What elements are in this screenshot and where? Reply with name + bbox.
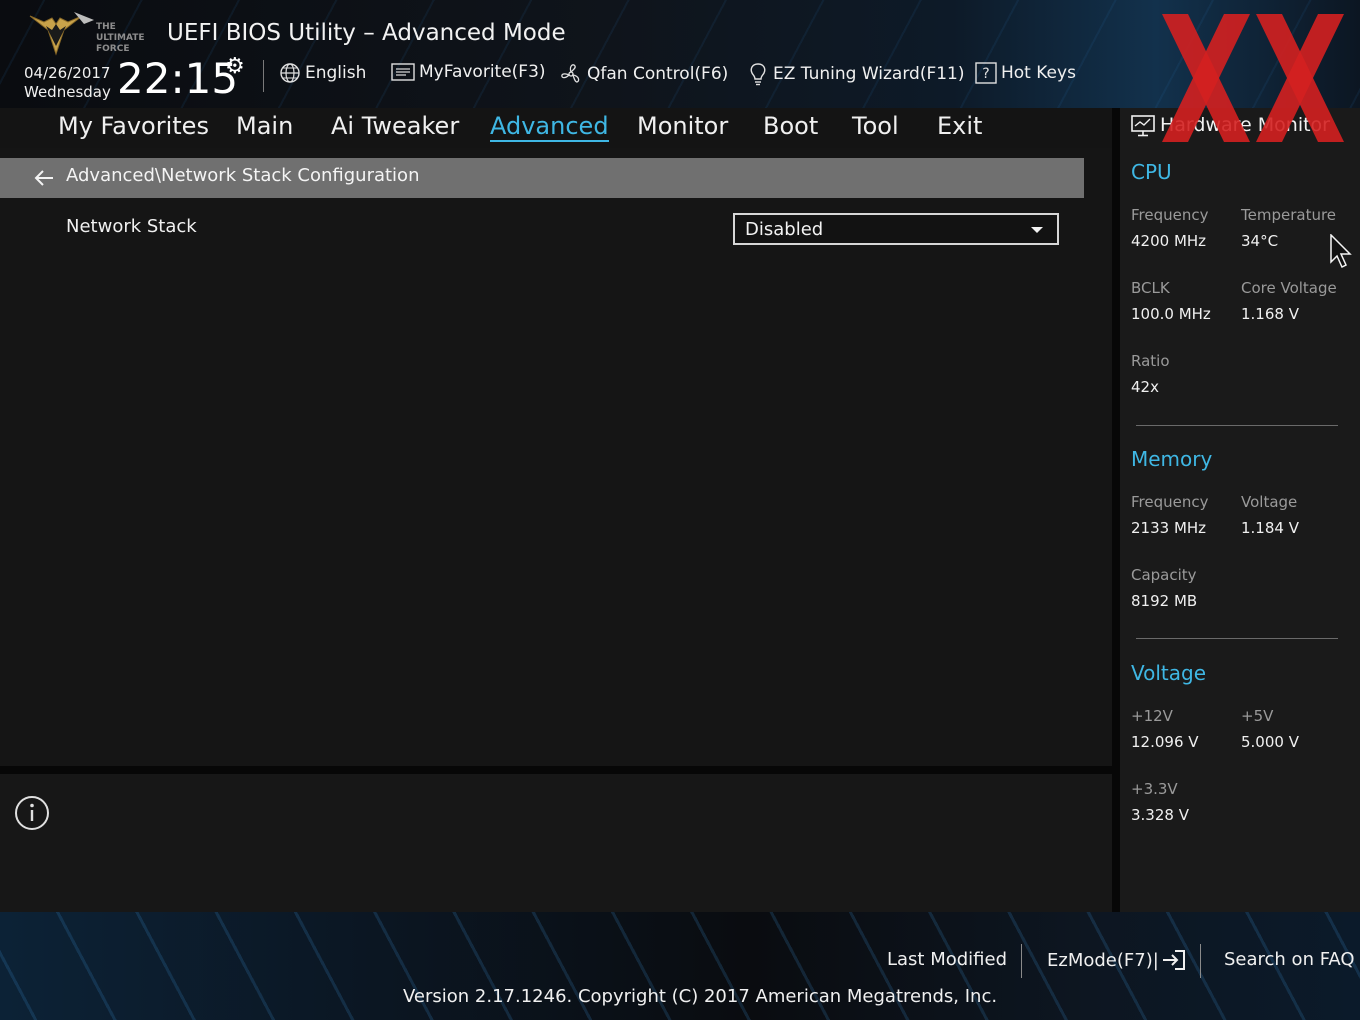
cpu-temperature-label: Temperature <box>1241 206 1337 224</box>
date-text: 04/26/2017 <box>24 64 111 82</box>
globe-icon <box>280 63 300 83</box>
ez-tuning-label: EZ Tuning Wizard(F11) <box>773 64 965 84</box>
favorite-list-icon <box>391 63 415 81</box>
version-text: Version 2.17.1246. Copyright (C) 2017 Am… <box>403 986 998 1007</box>
v5-value: 5.000 V <box>1241 733 1299 751</box>
memory-divider <box>1136 638 1338 639</box>
myfavorite-button[interactable]: MyFavorite(F3) <box>391 62 546 82</box>
sidebar-gap <box>1112 108 1120 912</box>
svg-text:ULTIMATE: ULTIMATE <box>96 33 145 43</box>
cpu-frequency-label: Frequency <box>1131 206 1209 224</box>
capacity-label: Capacity <box>1131 566 1197 584</box>
info-icon <box>14 795 50 835</box>
search-faq-button[interactable]: Search on FAQ <box>1224 949 1355 970</box>
help-key-icon: ? <box>975 62 997 84</box>
qfan-control-button[interactable]: Qfan Control(F6) <box>559 62 728 86</box>
v5-label: +5V <box>1241 707 1274 725</box>
memory-heading: Memory <box>1131 447 1213 471</box>
cpu-frequency-value: 4200 MHz <box>1131 232 1207 250</box>
network-stack-value: Disabled <box>745 219 824 240</box>
weekday-text: Wednesday <box>24 83 111 101</box>
date-display: 04/26/2017 Wednesday <box>24 64 111 102</box>
monitor-icon <box>1131 114 1157 142</box>
clock-display[interactable]: 22:15 <box>117 54 238 103</box>
hot-keys-label: Hot Keys <box>1001 63 1076 83</box>
core-voltage-label: Core Voltage <box>1241 279 1337 297</box>
cpu-divider <box>1136 425 1338 426</box>
memory-voltage-value: 1.184 V <box>1241 519 1299 537</box>
ezmode-button[interactable]: EzMode(F7)| <box>1047 949 1187 971</box>
qfan-label: Qfan Control(F6) <box>587 64 729 84</box>
language-button[interactable]: English <box>279 62 366 84</box>
gear-icon[interactable]: ⚙ <box>225 54 245 79</box>
memory-voltage-label: Voltage <box>1241 493 1298 511</box>
memory-frequency-value: 2133 MHz <box>1131 519 1207 537</box>
language-label: English <box>305 63 367 83</box>
v12-label: +12V <box>1131 707 1173 725</box>
ratio-label: Ratio <box>1131 352 1170 370</box>
ratio-value: 42x <box>1131 378 1159 396</box>
svg-text:?: ? <box>982 66 989 82</box>
voltage-heading: Voltage <box>1131 661 1207 685</box>
bclk-label: BCLK <box>1131 279 1170 297</box>
last-modified-button[interactable]: Last Modified <box>887 949 1007 970</box>
fan-icon <box>561 64 580 83</box>
v33-value: 3.328 V <box>1131 806 1189 824</box>
page-title: UEFI BIOS Utility – Advanced Mode <box>167 20 566 46</box>
memory-frequency-label: Frequency <box>1131 493 1209 511</box>
svg-text:FORCE: FORCE <box>96 44 129 54</box>
panel-divider <box>0 766 1112 774</box>
tab-ai-tweaker[interactable]: Ai Tweaker <box>331 112 459 140</box>
tab-monitor[interactable]: Monitor <box>637 112 728 140</box>
svg-text:THE: THE <box>96 22 116 32</box>
network-stack-label: Network Stack <box>66 216 197 237</box>
network-stack-select[interactable]: Disabled <box>733 213 1059 245</box>
myfavorite-label: MyFavorite(F3) <box>419 62 546 82</box>
v12-value: 12.096 V <box>1131 733 1199 751</box>
lightbulb-icon <box>750 63 766 86</box>
tab-tool[interactable]: Tool <box>852 112 899 140</box>
cpu-temperature-value: 34°C <box>1241 232 1279 250</box>
tab-boot[interactable]: Boot <box>763 112 818 140</box>
core-voltage-value: 1.168 V <box>1241 305 1299 323</box>
v33-label: +3.3V <box>1131 780 1178 798</box>
cpu-heading: CPU <box>1131 160 1172 184</box>
tuf-logo: THE ULTIMATE FORCE <box>26 10 150 56</box>
tab-main[interactable]: Main <box>236 112 293 140</box>
xx-watermark <box>1162 14 1344 142</box>
mouse-cursor-icon <box>1330 233 1354 274</box>
tab-advanced[interactable]: Advanced <box>490 112 609 142</box>
hot-keys-button[interactable]: ? Hot Keys <box>975 62 1076 84</box>
bclk-value: 100.0 MHz <box>1131 305 1211 323</box>
tab-exit[interactable]: Exit <box>937 112 982 140</box>
exit-arrow-icon <box>1162 950 1185 970</box>
tab-my-favorites[interactable]: My Favorites <box>58 112 209 140</box>
ez-tuning-wizard-button[interactable]: EZ Tuning Wizard(F11) <box>747 62 965 86</box>
breadcrumb-path: Advanced\Network Stack Configuration <box>66 165 420 186</box>
chevron-down-icon <box>1031 227 1043 233</box>
footer-divider <box>1200 944 1201 978</box>
header-divider <box>263 60 264 92</box>
ezmode-label: EzMode(F7)| <box>1047 949 1159 971</box>
back-arrow-icon[interactable] <box>33 168 55 192</box>
help-info-box <box>0 774 1112 912</box>
capacity-value: 8192 MB <box>1131 592 1198 610</box>
footer-divider <box>1021 944 1022 978</box>
